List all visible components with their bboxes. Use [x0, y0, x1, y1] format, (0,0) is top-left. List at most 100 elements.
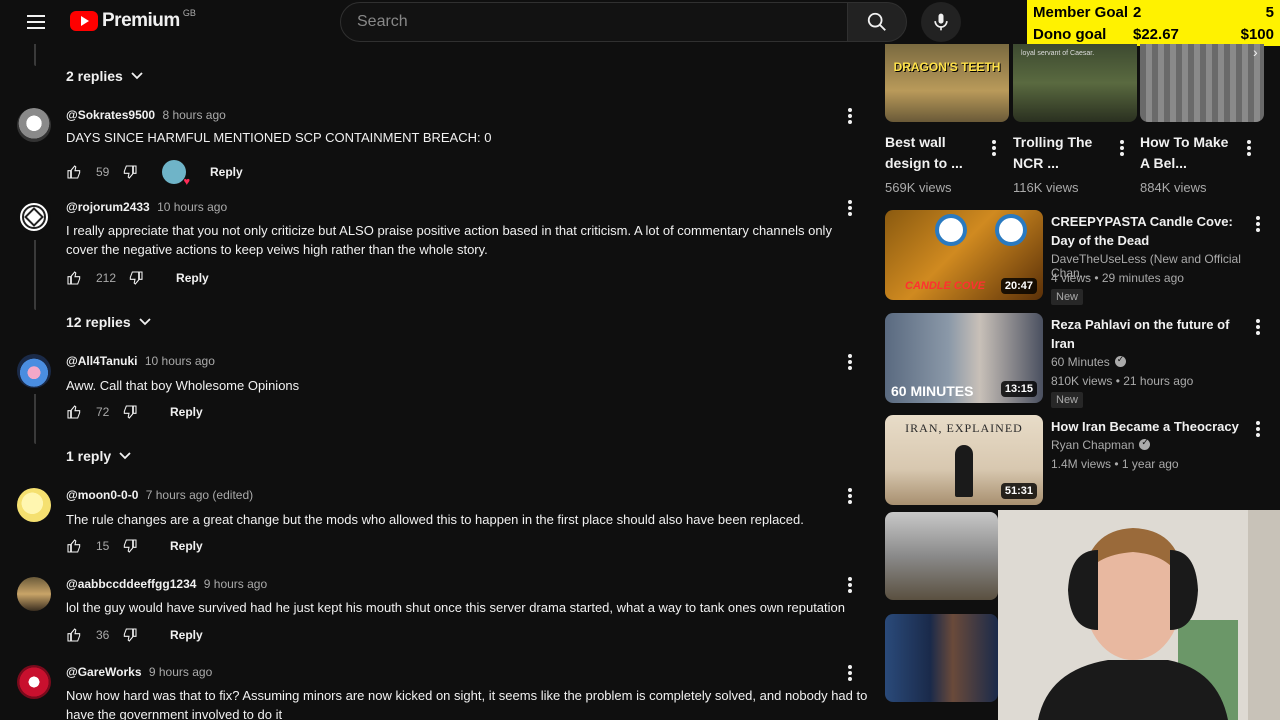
avatar[interactable]	[17, 577, 51, 611]
avatar[interactable]	[17, 200, 51, 234]
video-title[interactable]: Reza Pahlavi on the future of Iran	[1051, 315, 1251, 353]
comment-username[interactable]: @rojorum2433	[66, 200, 150, 214]
video-thumbnail[interactable]	[885, 614, 998, 702]
video-card[interactable]: IRAN, EXPLAINED 51:31 How Iran Became a …	[883, 415, 1280, 507]
comment-timestamp[interactable]: 9 hours ago	[204, 577, 267, 591]
reply-button[interactable]: Reply	[170, 628, 203, 642]
shorts-thumbnail[interactable]	[1140, 44, 1264, 122]
more-options-icon[interactable]	[845, 486, 855, 506]
more-options-icon[interactable]	[845, 352, 855, 372]
video-title[interactable]: How Iran Became a Theocracy	[1051, 417, 1251, 436]
thumbs-up-icon[interactable]	[66, 627, 82, 643]
comment-timestamp[interactable]: 9 hours ago	[149, 665, 212, 679]
comment-timestamp[interactable]: 8 hours ago	[162, 108, 225, 122]
replies-toggle[interactable]: 12 replies	[66, 314, 151, 330]
search-input[interactable]: Search	[340, 2, 848, 42]
shorts-views: 884K views	[1140, 180, 1207, 195]
thread-line	[34, 394, 36, 444]
video-thumbnail[interactable]	[885, 512, 998, 600]
comment-username[interactable]: @All4Tanuki	[66, 354, 138, 368]
video-thumbnail[interactable]: IRAN, EXPLAINED 51:31	[885, 415, 1043, 505]
thumbs-down-icon[interactable]	[122, 404, 138, 420]
comment-text: Aww. Call that boy Wholesome Opinions	[66, 378, 300, 393]
avatar[interactable]	[17, 488, 51, 522]
video-card[interactable]: 60 MINUTES 13:15 Reza Pahlavi on the fut…	[883, 313, 1280, 408]
comment-timestamp[interactable]: 7 hours ago (edited)	[146, 488, 253, 502]
chevron-right-icon[interactable]: ›	[1253, 44, 1273, 64]
thumbnail-caption: loyal servant of Caesar.	[1021, 50, 1095, 57]
shorts-title[interactable]: Best wall design to ...	[885, 132, 985, 174]
member-goal-row: Member Goal 2 5	[1027, 1, 1280, 23]
comment-timestamp[interactable]: 10 hours ago	[145, 354, 215, 368]
comment-timestamp[interactable]: 10 hours ago	[157, 200, 227, 214]
shorts-card[interactable]: How To Make A Bel... 884K views	[1140, 44, 1264, 195]
replies-toggle[interactable]: 2 replies	[66, 68, 143, 84]
more-options-icon[interactable]	[1253, 214, 1263, 234]
avatar[interactable]	[17, 108, 51, 142]
new-badge: New	[1051, 289, 1084, 305]
more-options-icon[interactable]	[845, 575, 855, 595]
hamburger-menu-icon[interactable]	[22, 10, 50, 34]
like-count: 36	[96, 628, 110, 642]
thumbs-up-icon[interactable]	[66, 270, 82, 286]
avatar[interactable]	[17, 665, 51, 699]
video-thumbnail[interactable]: 60 MINUTES 13:15	[885, 313, 1043, 403]
replies-toggle-label: 1 reply	[66, 448, 112, 464]
video-channel[interactable]: Ryan Chapman	[1051, 437, 1151, 452]
more-options-icon[interactable]	[1244, 138, 1254, 158]
reply-button[interactable]: Reply	[210, 165, 243, 179]
shorts-title[interactable]: Trolling The NCR ...	[1013, 132, 1113, 174]
comment-username[interactable]: @moon0-0-0	[66, 488, 138, 502]
thumbnail-caption: IRAN, EXPLAINED	[905, 421, 1023, 435]
video-channel[interactable]: 60 Minutes	[1051, 354, 1126, 369]
voice-search-button[interactable]	[921, 2, 961, 42]
thumbs-up-icon[interactable]	[66, 538, 82, 554]
video-meta: 810K views • 21 hours ago	[1051, 374, 1194, 388]
more-options-icon[interactable]	[1117, 138, 1127, 158]
reply-button[interactable]: Reply	[170, 405, 203, 419]
streamer-webcam	[998, 510, 1280, 720]
comment-username[interactable]: @Sokrates9500	[66, 108, 155, 122]
thumbs-down-icon[interactable]	[122, 538, 138, 554]
thumbnail-caption: 60 MINUTES	[891, 383, 974, 399]
more-options-icon[interactable]	[845, 663, 855, 683]
shorts-card[interactable]: DRAGON'S TEETH Best wall design to ... 5…	[885, 44, 1009, 195]
thumbs-down-icon[interactable]	[122, 627, 138, 643]
video-duration: 13:15	[1000, 381, 1037, 397]
comment-username[interactable]: @aabbccddeeffgg1234	[66, 577, 196, 591]
comment-text: DAYS SINCE HARMFUL MENTIONED SCP CONTAIN…	[66, 130, 492, 145]
country-code: GB	[182, 8, 196, 18]
thumbs-down-icon[interactable]	[128, 270, 144, 286]
comment-username[interactable]: @GareWorks	[66, 665, 142, 679]
goal-label: Dono goal	[1033, 26, 1107, 43]
new-badge: New	[1051, 392, 1084, 408]
avatar[interactable]	[17, 354, 51, 388]
shorts-thumbnail[interactable]: DRAGON'S TEETH	[885, 44, 1009, 122]
video-title[interactable]: CREEPYPASTA Candle Cove: Day of the Dead	[1051, 212, 1251, 250]
reply-button[interactable]: Reply	[176, 271, 209, 285]
search-icon	[867, 12, 886, 31]
like-count: 212	[96, 271, 117, 285]
thumbs-up-icon[interactable]	[66, 164, 82, 180]
comment-actions: 15 Reply	[66, 538, 203, 554]
youtube-premium-logo[interactable]: Premium GB	[70, 8, 196, 32]
shorts-views: 569K views	[885, 180, 952, 195]
video-duration: 20:47	[1000, 278, 1037, 294]
stream-goal-overlay: Member Goal 2 5 Dono goal $22.67 $100	[1027, 0, 1280, 46]
more-options-icon[interactable]	[1253, 419, 1263, 439]
more-options-icon[interactable]	[1253, 317, 1263, 337]
more-options-icon[interactable]	[845, 106, 855, 126]
shorts-card[interactable]: loyal servant of Caesar. Trolling The NC…	[1013, 44, 1137, 195]
thumbs-up-icon[interactable]	[66, 404, 82, 420]
chevron-down-icon	[138, 318, 151, 326]
reply-button[interactable]: Reply	[170, 539, 203, 553]
thumbs-down-icon[interactable]	[122, 164, 138, 180]
more-options-icon[interactable]	[845, 198, 855, 218]
replies-toggle[interactable]: 1 reply	[66, 448, 131, 464]
shorts-title[interactable]: How To Make A Bel...	[1140, 132, 1240, 174]
video-thumbnail[interactable]: CANDLE COVE 20:47	[885, 210, 1043, 300]
more-options-icon[interactable]	[989, 138, 999, 158]
search-button[interactable]	[847, 2, 907, 42]
shorts-thumbnail[interactable]: loyal servant of Caesar.	[1013, 44, 1137, 122]
video-card[interactable]: CANDLE COVE 20:47 CREEPYPASTA Candle Cov…	[883, 210, 1280, 305]
